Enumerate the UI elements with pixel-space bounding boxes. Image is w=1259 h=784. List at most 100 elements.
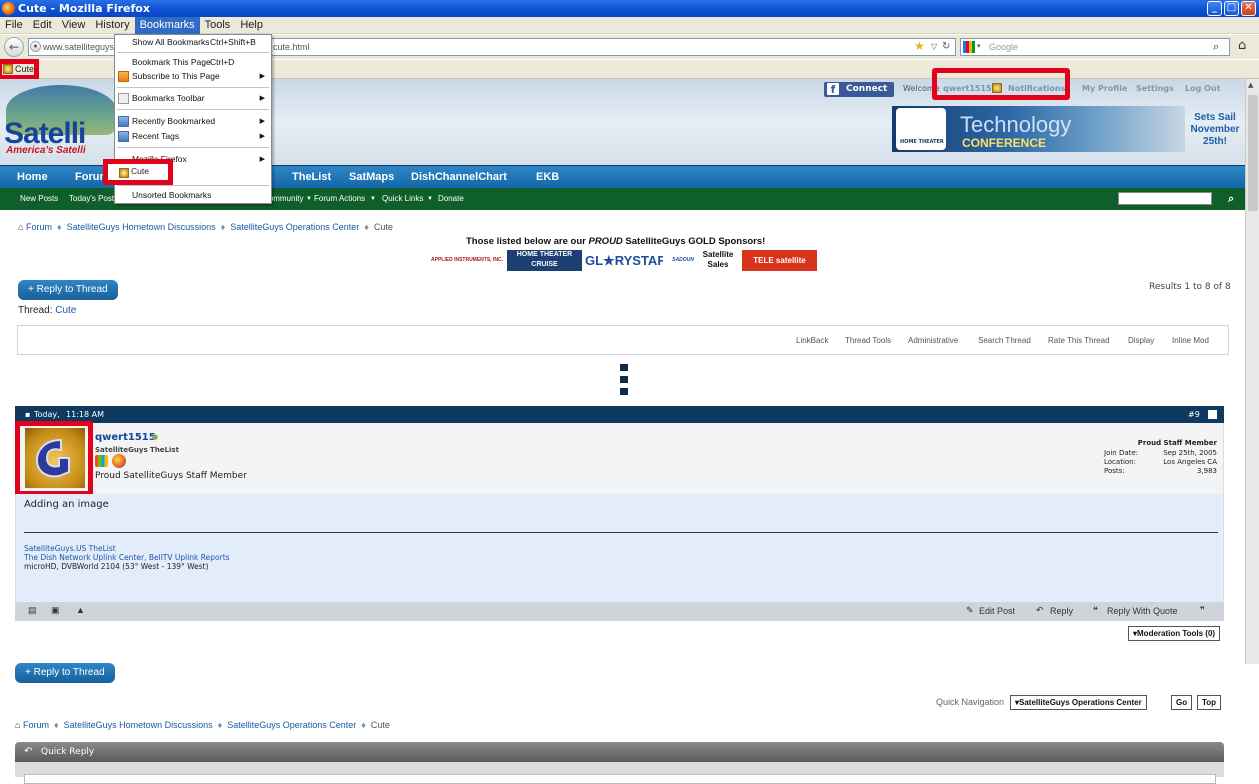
breadcrumb-operations[interactable]: SatelliteGuys Operations Center (230, 222, 359, 232)
highlight-box (0, 59, 39, 80)
nav-dishchannelchart[interactable]: DishChannelChart (411, 166, 507, 189)
subnav-forum-actions[interactable]: Forum Actions (314, 188, 365, 210)
reload-icon[interactable]: ↻ (942, 39, 950, 55)
quick-navigation-select[interactable]: ▾SatelliteGuys Operations Center (1010, 695, 1147, 710)
subnav-donate[interactable]: Donate (438, 188, 464, 210)
page-scrollbar[interactable]: ▲ (1245, 79, 1259, 664)
menu-unsorted-bookmarks[interactable]: Unsorted Bookmarks (115, 188, 271, 203)
linkback-menu[interactable]: LinkBack (796, 336, 828, 345)
menu-recently-bookmarked[interactable]: Recently Bookmarked ▶ (115, 114, 271, 129)
menu-help[interactable]: Help (235, 17, 268, 34)
signature-link-1[interactable]: SatelliteGuys.US TheList (24, 544, 116, 553)
maximize-button[interactable]: □ (1224, 1, 1239, 16)
go-button[interactable]: Go (1171, 695, 1193, 710)
search-icon[interactable]: ⌕ (1228, 188, 1234, 210)
thread-name-link[interactable]: Cute (55, 305, 76, 316)
scrollbar-thumb[interactable] (1248, 95, 1258, 211)
breadcrumb-forum[interactable]: Forum (26, 222, 52, 232)
sponsor-satellite-sales[interactable]: Satellite Sales (700, 250, 736, 271)
breadcrumb-hometown[interactable]: SatelliteGuys Hometown Discussions (64, 720, 213, 730)
post-select-checkbox[interactable] (1208, 410, 1217, 419)
menu-bookmark-this-page[interactable]: Bookmark This Page Ctrl+D (115, 55, 271, 70)
menu-subscribe[interactable]: Subscribe to This Page ▶ (115, 69, 271, 84)
advertisement-banner[interactable]: HOME THEATER Technology CONFERENCE (892, 106, 1185, 152)
menu-show-all-bookmarks[interactable]: Show All Bookmarks Ctrl+Shift+B (115, 35, 271, 50)
search-input[interactable]: ▾ Google ⌕ (960, 38, 1230, 56)
breadcrumb-operations[interactable]: SatelliteGuys Operations Center (227, 720, 356, 730)
back-arrow-icon[interactable]: ← (4, 37, 24, 57)
subnav-quick-links[interactable]: Quick Links (382, 188, 423, 210)
menu-bookmarks-toolbar[interactable]: Bookmarks Toolbar ▶ (115, 91, 271, 106)
display-menu[interactable]: Display (1128, 336, 1154, 345)
dropdown-arrow-icon[interactable]: ▽ (931, 39, 937, 55)
home-icon[interactable]: ⌂ (15, 720, 20, 730)
quick-reply-header[interactable]: ↶ Quick Reply (15, 742, 1224, 762)
sponsor-sadoun[interactable]: SADOUN (668, 250, 698, 271)
signature-link-2[interactable]: The Dish Network Uplink Center, BellTV U… (24, 553, 230, 562)
sponsors-heading-c: SatelliteGuys GOLD Sponsors! (622, 236, 766, 247)
highlighted-cute-label[interactable]: Cute (131, 166, 149, 176)
top-button[interactable]: Top (1197, 695, 1222, 710)
star-icon[interactable]: ★ (914, 38, 925, 54)
scroll-up-icon[interactable]: ▲ (1248, 81, 1253, 89)
my-profile-link[interactable]: My Profile (1082, 84, 1127, 93)
thread-tools-menu[interactable]: Thread Tools (845, 336, 891, 345)
sponsor-telesatellite[interactable]: TELE satellite (742, 250, 817, 271)
menu-edit[interactable]: Edit (28, 17, 57, 34)
subnav-new-posts[interactable]: New Posts (20, 188, 58, 210)
breadcrumb-separator-icon: ♦ (220, 222, 226, 232)
site-identity-icon[interactable]: ● (30, 41, 41, 52)
home-icon[interactable]: ⌂ (18, 222, 23, 232)
post-info-icon[interactable]: ▤ (28, 605, 37, 616)
search-thread-menu[interactable]: Search Thread (978, 336, 1031, 345)
rate-thread-menu[interactable]: Rate This Thread (1048, 336, 1110, 345)
menu-bookmarks[interactable]: Bookmarks (134, 17, 200, 34)
breadcrumb-forum[interactable]: Forum (23, 720, 49, 730)
submenu-arrow-icon: ▶ (259, 133, 265, 140)
subnav-todays-posts[interactable]: Today's Posts (69, 188, 118, 210)
post-username[interactable]: qwert1515 (95, 432, 156, 443)
quick-reply-editor[interactable] (24, 774, 1216, 784)
blog-icon[interactable]: ▣ (51, 605, 60, 616)
forum-search-input[interactable] (1118, 192, 1212, 205)
settings-link[interactable]: Settings (1136, 84, 1174, 93)
menu-view[interactable]: View (57, 17, 91, 34)
facebook-connect-button[interactable]: f Connect (824, 82, 894, 97)
edit-post-button[interactable]: Edit Post (979, 606, 1015, 616)
menu-history[interactable]: History (90, 17, 134, 34)
report-icon[interactable]: ▲ (76, 605, 85, 615)
magnifier-icon[interactable]: ⌕ (1213, 39, 1219, 55)
nav-thelist[interactable]: TheList (292, 166, 331, 189)
menu-tools[interactable]: Tools (200, 17, 236, 34)
administrative-menu[interactable]: Administrative (908, 336, 958, 345)
search-engine-dropdown-icon[interactable]: ▾ (977, 39, 981, 55)
sponsor-home-theater-cruise[interactable]: HOME THEATER CRUISE (507, 250, 582, 271)
sponsor-applied-instruments[interactable]: APPLIED INSTRUMENTS, INC. (430, 250, 504, 271)
google-icon[interactable] (963, 41, 975, 53)
post-body: Adding an image SatelliteGuys.US TheList… (15, 494, 1224, 602)
reply-button[interactable]: Reply (1050, 606, 1073, 616)
sponsor-glorystar[interactable]: GL★RYSTAR (585, 250, 663, 271)
moderation-tools-label: Moderation Tools (0) (1137, 629, 1216, 638)
reply-to-thread-button[interactable]: + Reply to Thread (18, 280, 118, 300)
nav-ekb[interactable]: EKB (536, 166, 559, 189)
menu-recent-tags[interactable]: Recent Tags ▶ (115, 129, 271, 144)
inline-mod-menu[interactable]: Inline Mod (1172, 336, 1209, 345)
home-icon[interactable]: ⌂ (1238, 38, 1246, 53)
nav-home[interactable]: Home (17, 166, 48, 189)
reply-to-thread-bottom-button[interactable]: + Reply to Thread (15, 663, 115, 683)
menu-separator (117, 52, 269, 53)
multi-quote-icon[interactable]: ❞ (1200, 605, 1205, 616)
breadcrumb-hometown[interactable]: SatelliteGuys Hometown Discussions (67, 222, 216, 232)
ad-side-text[interactable]: Sets Sail November 25th! (1186, 112, 1244, 148)
minimize-button[interactable]: _ (1207, 1, 1222, 16)
post-number[interactable]: #9 (1188, 406, 1200, 423)
logout-link[interactable]: Log Out (1185, 84, 1220, 93)
nav-satmaps[interactable]: SatMaps (349, 166, 394, 189)
menu-bookmark-page-shortcut: Ctrl+D (210, 57, 235, 67)
reply-with-quote-button[interactable]: Reply With Quote (1107, 606, 1178, 616)
close-button[interactable]: ✕ (1241, 1, 1256, 16)
moderation-tools-button[interactable]: ▾Moderation Tools (0) (1128, 626, 1221, 641)
dropdown-arrow-icon: ▼ (306, 196, 312, 202)
menu-file[interactable]: File (0, 17, 28, 34)
